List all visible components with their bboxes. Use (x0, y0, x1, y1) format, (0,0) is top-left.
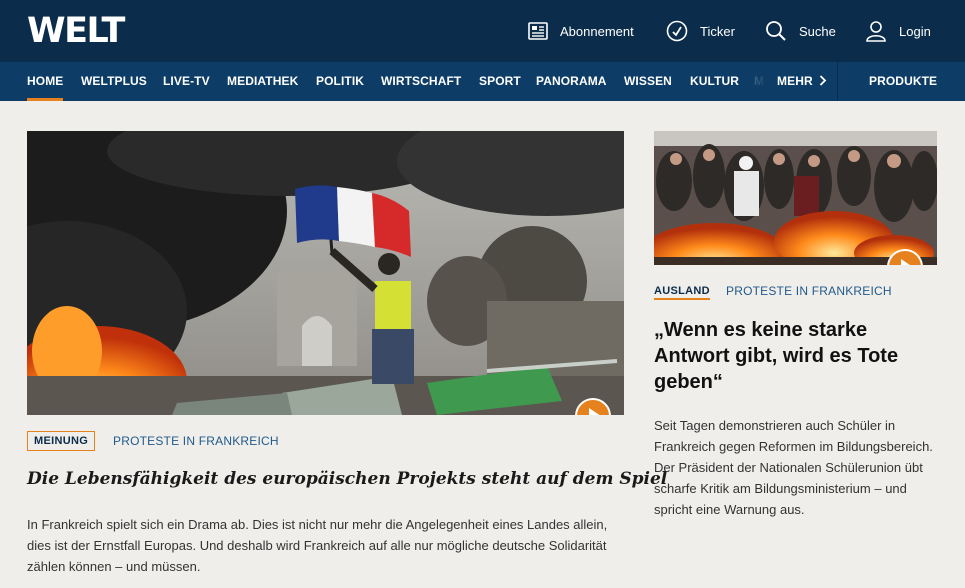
side-article-headline[interactable]: „Wenn es keine starke Antwort gibt, wird… (654, 317, 944, 395)
clock-icon (666, 20, 688, 42)
nav-item-weltplus[interactable]: WELTPLUS (81, 62, 147, 101)
nav-item-sport[interactable]: SPORT (479, 62, 521, 101)
nav-item-kultur[interactable]: KULTUR (690, 62, 739, 101)
nav-item-live-tv[interactable]: LIVE-TV (163, 62, 210, 101)
ticker-link[interactable]: Ticker (666, 0, 735, 62)
main-article-teaser: In Frankreich spielt sich ein Drama ab. … (27, 517, 608, 574)
chevron-right-icon (820, 75, 827, 86)
main-article-badge: MEINUNG (27, 431, 96, 451)
nav-divider (837, 62, 838, 101)
play-icon (901, 259, 913, 265)
student-protest-photo (654, 131, 937, 265)
protest-photo (27, 131, 624, 415)
nav-more-button[interactable]: MEHR (777, 62, 827, 101)
main-article-topic[interactable]: PROTESTE IN FRANKREICH (113, 434, 279, 448)
nav-item-home[interactable]: HOME (27, 62, 64, 101)
side-article-topic[interactable]: PROTESTE IN FRANKREICH (726, 284, 892, 298)
nav-item-wissen[interactable]: WISSEN (624, 62, 672, 101)
nav-item-politik[interactable]: POLITIK (316, 62, 364, 101)
nav-fade-overlay (748, 62, 774, 101)
ticker-label: Ticker (700, 23, 735, 39)
search-icon (766, 21, 786, 41)
main-article-headline[interactable]: Die Lebensfähigkeit des europäischen Pro… (27, 467, 667, 491)
nav-more-label: MEHR (777, 74, 813, 88)
main-article-image[interactable] (27, 131, 624, 415)
side-article-badge: AUSLAND (654, 285, 710, 300)
login-link[interactable]: Login (865, 0, 931, 62)
main-navigation: HOME WELTPLUS LIVE-TV MEDIATHEK POLITIK … (0, 62, 965, 101)
top-bar: WELT Abonnement Ticker Suche Login (0, 0, 965, 62)
nav-item-wirtschaft[interactable]: WIRTSCHAFT (381, 62, 461, 101)
abonnement-link[interactable]: Abonnement (528, 0, 634, 62)
login-label: Login (899, 23, 931, 39)
search-label: Suche (799, 23, 836, 39)
newspaper-icon (528, 22, 548, 40)
side-article-teaser: Seit Tagen demonstrieren auch Schüler in… (654, 418, 933, 517)
user-icon (866, 21, 886, 42)
side-article-image[interactable] (654, 131, 937, 265)
nav-item-panorama[interactable]: PANORAMA (536, 62, 607, 101)
play-icon (589, 408, 601, 415)
welt-logo[interactable]: WELT (27, 11, 125, 51)
abonnement-label: Abonnement (560, 23, 634, 39)
search-link[interactable]: Suche (765, 0, 836, 62)
nav-produkte[interactable]: PRODUKTE (869, 62, 937, 101)
nav-item-mediathek[interactable]: MEDIATHEK (227, 62, 298, 101)
